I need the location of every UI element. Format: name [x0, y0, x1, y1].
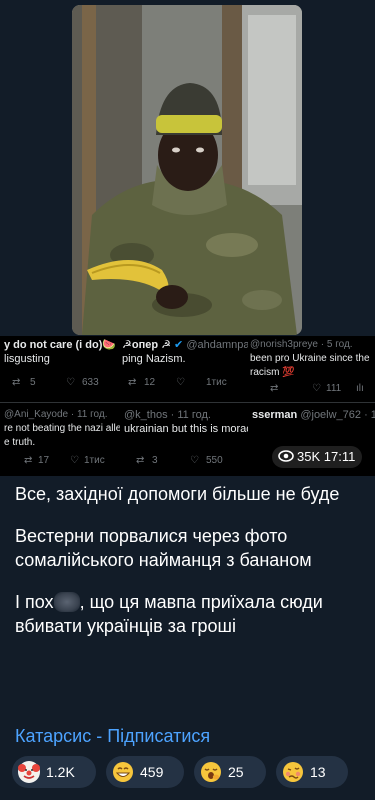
reaction-clown[interactable]: 1.2K [12, 756, 96, 788]
tweet-text: ping Nazism. [122, 353, 186, 365]
reaction-woozy[interactable]: 13 [276, 756, 348, 788]
stats-icon: ılı [356, 383, 364, 394]
tweet-author: sserman [252, 409, 298, 421]
reaction-count: 459 [140, 764, 164, 780]
like-icon: ♡ [190, 455, 199, 466]
tweet-card: y do not care (i do)🍉 lisgusting ⇄ 5 ♡ 6… [4, 338, 120, 400]
tweet-text: been pro Ukraine since the [250, 353, 370, 364]
retweet-count: 12 [144, 377, 156, 388]
yawning-face-icon [200, 761, 222, 783]
eye-icon [278, 447, 294, 469]
clown-face-icon [18, 761, 40, 784]
message-paragraph: І пох, що ця мавпа приїхала сюди вбивати… [15, 590, 360, 638]
message-text: Все, західної допомоги більше не буде Ве… [15, 482, 360, 656]
like-icon: ♡ [70, 455, 79, 466]
like-count: 550 [206, 455, 223, 466]
tweet-text: ukrainian but this is moracist. Glorifyi… [124, 423, 248, 435]
reaction-grin[interactable]: 459 [106, 756, 184, 788]
spoiler-blur[interactable] [53, 592, 80, 612]
reaction-count: 1.2K [46, 764, 75, 780]
soldier-photo [72, 5, 302, 335]
retweet-icon: ⇄ [270, 383, 279, 394]
reaction-count: 13 [310, 764, 326, 780]
tweet-handle: @norish3preye · 5 год. [250, 339, 353, 350]
views-count: 111 [326, 383, 342, 394]
media-views-count: 35K [297, 449, 321, 464]
tweet-handle: @k_thos · 11 год. [124, 409, 211, 421]
retweet-count: 5 [30, 377, 36, 388]
channel-subscribe-link[interactable]: Катарсис - Підписатися [15, 724, 210, 748]
message-text-start: І пох [15, 592, 54, 612]
tweet-card: @norish3preye · 5 год. been pro Ukraine … [250, 338, 372, 400]
like-icon: ♡ [176, 377, 185, 388]
message-paragraph: Все, західної допомоги більше не буде [15, 484, 340, 504]
tweet-text-line2: racism 💯 [250, 367, 295, 378]
like-icon: ♡ [66, 377, 75, 388]
media-views-badge: 35K 17:11 [272, 446, 362, 468]
tweet-author: ☭опер ☭ [122, 339, 171, 351]
retweet-icon: ⇄ [136, 455, 145, 466]
retweet-count: 3 [152, 455, 158, 466]
retweet-icon: ⇄ [24, 455, 33, 466]
retweet-count: 17 [38, 455, 50, 466]
like-icon: ♡ [312, 383, 321, 394]
tweet-handle: @joelw_762 · 1 [300, 409, 375, 421]
tweet-text: re not beating the nazi allega [4, 423, 120, 434]
media-time: 17:11 [323, 449, 356, 464]
verified-badge-icon: ✔ [174, 339, 184, 351]
tweet-author: y do not care (i do)🍉 [4, 339, 117, 351]
post-photo[interactable] [72, 5, 302, 335]
reaction-count: 25 [228, 764, 244, 780]
reaction-yawn[interactable]: 25 [194, 756, 266, 788]
grinning-face-icon [112, 761, 134, 783]
woozy-face-icon [282, 761, 304, 783]
like-count: 633 [82, 377, 99, 388]
message-paragraph: Вестерни порвалися через фото сомалійськ… [15, 526, 312, 570]
views-count: 1тис [84, 455, 105, 466]
tweet-handle: @Ani_Kayode · 11 год. [4, 409, 108, 420]
views-count: 1тис [206, 377, 227, 388]
tweet-card: @k_thos · 11 год. ukrainian but this is … [124, 408, 248, 472]
retweet-icon: ⇄ [12, 377, 21, 388]
tweet-card: ☭опер ☭ ✔ @ahdamnpa ping Nazism. ⇄ 12 ♡ … [122, 338, 248, 400]
tweet-text-line2: e truth. [4, 437, 36, 448]
tweet-text: lisgusting [4, 353, 50, 365]
collage-divider [0, 402, 375, 403]
tweet-card: @Ani_Kayode · 11 год. re not beating the… [4, 408, 120, 472]
retweet-icon: ⇄ [128, 377, 137, 388]
tweet-handle: @ahdamnpa [186, 339, 248, 351]
